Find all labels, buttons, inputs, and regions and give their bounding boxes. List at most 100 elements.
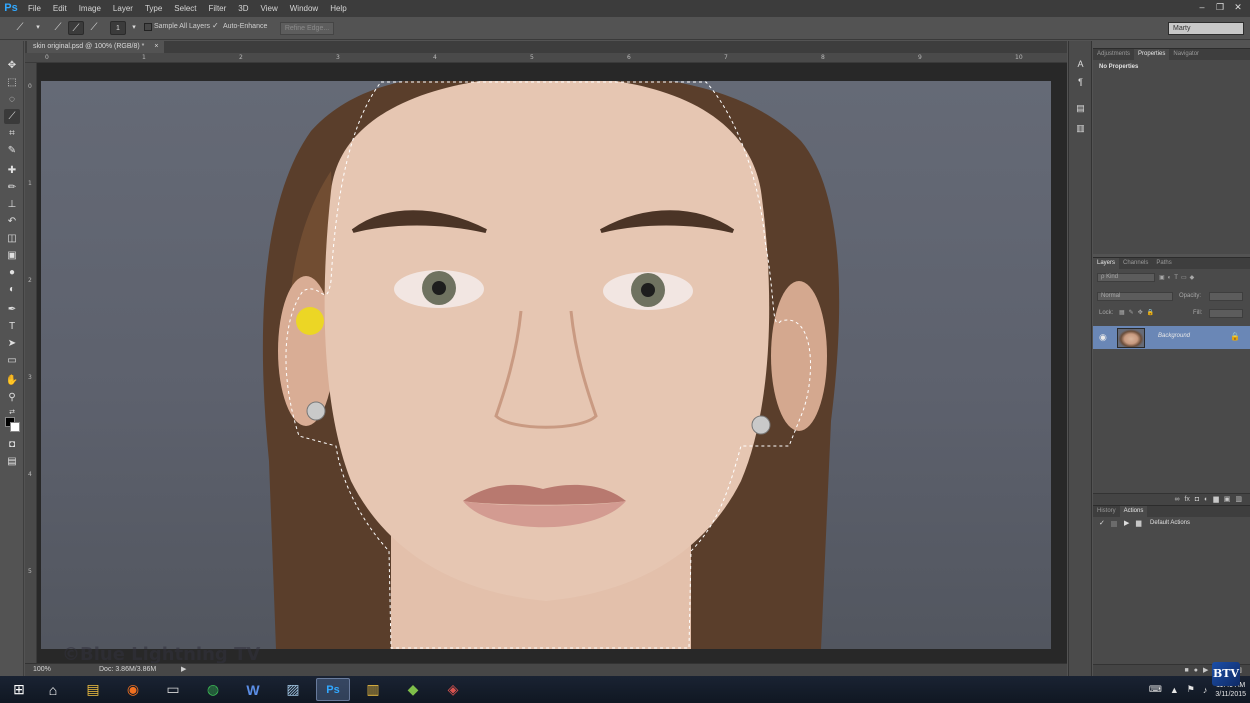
- lasso-tool-icon[interactable]: ◌: [4, 92, 20, 107]
- close-icon[interactable]: ✕: [1230, 1, 1246, 14]
- background-color-swatch[interactable]: [10, 422, 20, 432]
- brush-tool-icon[interactable]: ✏: [4, 180, 20, 195]
- workspace-select[interactable]: Marty: [1168, 22, 1244, 35]
- opacity-input[interactable]: [1209, 292, 1243, 301]
- flag-icon[interactable]: ⚑: [1187, 684, 1195, 695]
- photoshop-icon[interactable]: Ps: [316, 678, 350, 701]
- tab-channels[interactable]: Channels: [1119, 258, 1152, 269]
- menu-3d[interactable]: 3D: [232, 0, 254, 17]
- new-layer-icon[interactable]: ▣: [1224, 494, 1231, 505]
- screen-mode-icon[interactable]: ▤: [4, 454, 20, 469]
- visibility-eye-icon[interactable]: ◉: [1099, 332, 1107, 343]
- file-explorer-icon[interactable]: ▤: [76, 678, 110, 701]
- document-tab[interactable]: skin original.psd @ 100% (RGB/8) * ×: [27, 41, 165, 53]
- layer-name[interactable]: Background: [1158, 333, 1190, 339]
- menu-type[interactable]: Type: [139, 0, 168, 17]
- minimize-icon[interactable]: –: [1194, 1, 1210, 14]
- quick-selection-tool-icon[interactable]: ⟋: [4, 109, 20, 124]
- new-selection-icon[interactable]: ⟋: [50, 21, 66, 35]
- crop-tool-icon[interactable]: ⌗: [4, 126, 20, 141]
- paragraph-panel-icon[interactable]: ¶: [1073, 75, 1088, 89]
- hand-tool-icon[interactable]: ✋: [4, 373, 20, 388]
- shape-tool-icon[interactable]: ▭: [4, 353, 20, 368]
- blend-mode-select[interactable]: Normal: [1097, 292, 1173, 301]
- marquee-tool-icon[interactable]: ⬚: [4, 75, 20, 90]
- trash-icon[interactable]: ▥: [1235, 494, 1242, 505]
- close-tab-icon[interactable]: ×: [154, 43, 158, 50]
- firefox-icon[interactable]: ◉: [116, 678, 150, 701]
- windows-start-icon[interactable]: ⊞: [2, 678, 36, 701]
- tab-history[interactable]: History: [1093, 506, 1120, 517]
- history-brush-tool-icon[interactable]: ↶: [4, 214, 20, 229]
- menu-window[interactable]: Window: [284, 0, 324, 17]
- quick-selection-tool-preset-icon[interactable]: ⟋: [12, 21, 28, 35]
- portrait-photo[interactable]: [41, 81, 1051, 649]
- menu-layer[interactable]: Layer: [107, 0, 139, 17]
- app-icon-2[interactable]: ◈: [436, 678, 470, 701]
- fill-input[interactable]: [1209, 309, 1243, 318]
- menu-file[interactable]: File: [22, 0, 47, 17]
- quick-mask-icon[interactable]: ◘: [4, 437, 20, 452]
- tab-layers[interactable]: Layers: [1093, 258, 1120, 269]
- eyedropper-tool-icon[interactable]: ✎: [4, 143, 20, 158]
- expand-triangle-icon[interactable]: ▶: [1124, 519, 1129, 527]
- adjustment-layer-icon[interactable]: ◐: [1204, 494, 1208, 505]
- character-panel-icon[interactable]: A: [1073, 57, 1088, 71]
- clone-stamp-tool-icon[interactable]: ⊥: [4, 197, 20, 212]
- zoom-level[interactable]: 100%: [33, 666, 51, 673]
- document-size-info[interactable]: Doc: 3.86M/3.86M: [99, 666, 156, 673]
- image-viewer-icon[interactable]: ▨: [276, 678, 310, 701]
- network-icon[interactable]: ▲: [1170, 685, 1179, 695]
- checkmark-icon[interactable]: ✓: [212, 21, 219, 30]
- keyboard-icon[interactable]: ⌨: [1149, 684, 1162, 695]
- path-selection-tool-icon[interactable]: ➤: [4, 336, 20, 351]
- tab-actions[interactable]: Actions: [1119, 506, 1148, 517]
- layer-kind-filter[interactable]: ρ Kind: [1097, 273, 1155, 282]
- new-group-icon[interactable]: ▆: [1213, 494, 1218, 505]
- eraser-tool-icon[interactable]: ◫: [4, 231, 20, 246]
- tab-navigator[interactable]: Navigator: [1169, 49, 1203, 60]
- brush-size-picker[interactable]: 1: [110, 21, 126, 35]
- link-layers-icon[interactable]: ∞: [1174, 494, 1179, 505]
- pen-tool-icon[interactable]: ✒: [4, 302, 20, 317]
- sample-all-layers-checkbox[interactable]: [144, 23, 152, 31]
- dodge-tool-icon[interactable]: ◐: [4, 282, 20, 297]
- notes-panel-icon[interactable]: ▥: [1073, 121, 1088, 135]
- menu-image[interactable]: Image: [73, 0, 107, 17]
- lock-icons[interactable]: ▦✎✥🔒: [1119, 309, 1158, 316]
- tab-properties[interactable]: Properties: [1134, 49, 1170, 60]
- type-tool-icon[interactable]: T: [4, 319, 20, 334]
- menu-select[interactable]: Select: [168, 0, 202, 17]
- folder-icon[interactable]: ▥: [356, 678, 390, 701]
- add-mask-icon[interactable]: ◘: [1195, 494, 1199, 505]
- layer-style-icon[interactable]: fx: [1184, 494, 1189, 505]
- dialog-toggle-icon[interactable]: [1111, 521, 1117, 527]
- zoom-tool-icon[interactable]: ⚲: [4, 390, 20, 405]
- volume-icon[interactable]: ♪: [1203, 685, 1208, 695]
- tab-paths[interactable]: Paths: [1152, 258, 1175, 269]
- chevron-down-icon[interactable]: ▾: [30, 21, 46, 35]
- brush-picker-chevron-icon[interactable]: ▾: [126, 21, 142, 35]
- menu-help[interactable]: Help: [324, 0, 352, 17]
- record-icon[interactable]: ●: [1194, 665, 1198, 676]
- status-menu-arrow-icon[interactable]: ▶: [181, 665, 186, 673]
- refine-edge-button[interactable]: Refine Edge...: [280, 22, 334, 35]
- action-set-row[interactable]: ✓ ▶ ▆ Default Actions: [1093, 519, 1250, 530]
- play-icon[interactable]: ▶: [1203, 665, 1208, 676]
- layer-filter-icons[interactable]: ▣◐T▭◆: [1159, 274, 1197, 281]
- menu-view[interactable]: View: [255, 0, 284, 17]
- app-icon[interactable]: ◆: [396, 678, 430, 701]
- layer-row-background[interactable]: ◉ Background 🔒: [1093, 326, 1250, 349]
- checkmark-icon[interactable]: ✓: [1099, 519, 1105, 527]
- menu-edit[interactable]: Edit: [47, 0, 73, 17]
- add-to-selection-icon[interactable]: ⟋: [68, 21, 84, 35]
- tab-adjustments[interactable]: Adjustments: [1093, 49, 1134, 60]
- restore-icon[interactable]: ❐: [1212, 1, 1228, 14]
- blur-tool-icon[interactable]: ●: [4, 265, 20, 280]
- gradient-tool-icon[interactable]: ▣: [4, 248, 20, 263]
- chrome-icon[interactable]: ◍: [196, 678, 230, 701]
- scanner-icon[interactable]: ▭: [156, 678, 190, 701]
- move-tool-icon[interactable]: ✥: [4, 58, 20, 73]
- home-icon[interactable]: ⌂: [36, 678, 70, 701]
- menu-filter[interactable]: Filter: [203, 0, 233, 17]
